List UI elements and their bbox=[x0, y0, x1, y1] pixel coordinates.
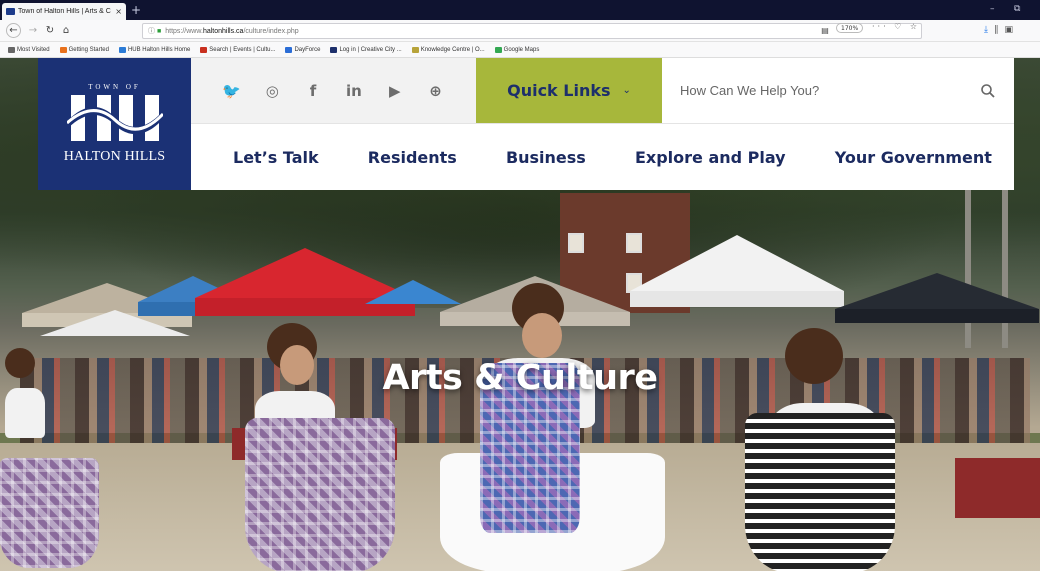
browser-toolbar: ← → ↻ ⌂ ⓘ ■ https://www. haltonhills.ca … bbox=[0, 20, 1040, 42]
library-icon[interactable]: ∥ bbox=[994, 25, 1005, 35]
favicon-icon bbox=[6, 8, 15, 15]
bookmark-item[interactable]: DayForce bbox=[285, 46, 321, 53]
forward-icon[interactable]: → bbox=[26, 23, 40, 39]
page-actions[interactable]: ··· ♡ ☆ bbox=[872, 22, 920, 31]
globe-icon[interactable]: ⊕ bbox=[426, 81, 446, 101]
download-icon[interactable]: ⤓ bbox=[984, 25, 994, 35]
bookmark-label: Search | Events | Cultu... bbox=[209, 46, 276, 53]
bookmark-label: HUB Halton Hills Home bbox=[127, 46, 191, 53]
url-prefix: https://www. bbox=[165, 27, 203, 35]
new-tab-button[interactable]: + bbox=[131, 2, 141, 18]
zoom-indicator[interactable]: 170% bbox=[836, 23, 864, 33]
tent-black bbox=[835, 273, 1039, 323]
reader-view-icon[interactable]: ▤ bbox=[818, 23, 832, 39]
tab-title: Town of Halton Hills | Arts & C bbox=[18, 8, 111, 15]
instagram-icon[interactable]: ◎ bbox=[262, 81, 282, 101]
url-path: /culture/index.php bbox=[243, 27, 299, 35]
bookmark-item[interactable]: Getting Started bbox=[59, 46, 109, 53]
bookmark-item[interactable]: Most Visited bbox=[8, 46, 50, 53]
bookmark-item[interactable]: Google Maps bbox=[494, 46, 540, 53]
site-search bbox=[662, 58, 1014, 123]
nav-lets-talk[interactable]: Let’s Talk bbox=[233, 148, 319, 167]
tab-close-icon[interactable]: × bbox=[115, 7, 122, 16]
twitter-icon[interactable]: 🐦 bbox=[221, 81, 241, 101]
bookmarks-bar: Most Visited Getting Started HUB Halton Hi… bbox=[0, 42, 1040, 58]
bookmark-label: Most Visited bbox=[17, 46, 50, 53]
logo-hill-emblem-icon bbox=[66, 95, 163, 141]
lock-icon: ■ bbox=[157, 27, 162, 35]
bookmark-icon bbox=[330, 46, 338, 53]
nav-your-government[interactable]: Your Government bbox=[835, 148, 992, 167]
bookmark-icon bbox=[285, 46, 293, 53]
bookmark-item[interactable]: Log in | Creative City ... bbox=[330, 46, 402, 53]
nav-business[interactable]: Business bbox=[506, 148, 586, 167]
main-navigation: Let’s Talk Residents Business Explore an… bbox=[191, 123, 1014, 190]
bookmark-label: Knowledge Centre | O... bbox=[420, 46, 485, 53]
bookmark-icon bbox=[118, 46, 126, 53]
browser-tab-bar: Town of Halton Hills | Arts & C × + – ⧉ bbox=[0, 0, 1040, 20]
bookmark-item[interactable]: Knowledge Centre | O... bbox=[411, 46, 485, 53]
bookmark-item[interactable]: HUB Halton Hills Home bbox=[118, 46, 191, 53]
bookmark-icon bbox=[59, 46, 67, 53]
search-icon[interactable] bbox=[980, 83, 996, 99]
utility-pole bbox=[1002, 188, 1008, 348]
home-icon[interactable]: ⌂ bbox=[59, 23, 73, 39]
quick-links-button[interactable]: Quick Links ⌄ bbox=[476, 58, 662, 123]
browser-tab[interactable]: Town of Halton Hills | Arts & C × bbox=[2, 3, 126, 20]
red-table bbox=[955, 458, 1040, 518]
bookmark-icon bbox=[200, 46, 208, 53]
utility-pole bbox=[965, 188, 971, 348]
reload-icon[interactable]: ↻ bbox=[43, 23, 57, 39]
logo-name: HALTON HILLS bbox=[63, 149, 166, 164]
bookmark-label: Log in | Creative City ... bbox=[339, 46, 402, 53]
bookmark-label: Google Maps bbox=[503, 46, 540, 53]
address-bar[interactable]: ⓘ ■ https://www. haltonhills.ca /culture… bbox=[142, 23, 922, 39]
sidebar-icon[interactable]: ▣ bbox=[1004, 25, 1019, 35]
linkedin-icon[interactable]: in bbox=[344, 81, 364, 101]
nav-residents[interactable]: Residents bbox=[368, 148, 457, 167]
toolbar-icons[interactable]: ⤓∥▣ bbox=[984, 25, 1019, 35]
search-input[interactable] bbox=[680, 83, 980, 98]
minimize-icon[interactable]: – bbox=[990, 4, 995, 14]
social-links: 🐦 ◎ f in ▶ ⊕ bbox=[191, 58, 476, 123]
hero-title: Arts & Culture bbox=[382, 358, 658, 398]
chevron-down-icon: ⌄ bbox=[622, 85, 631, 96]
bookmark-item[interactable]: Search | Events | Cultu... bbox=[200, 46, 276, 53]
bookmark-label: DayForce bbox=[294, 46, 321, 53]
bookmark-icon bbox=[494, 46, 502, 53]
logo-town-of: TOWN OF bbox=[88, 83, 141, 91]
facebook-icon[interactable]: f bbox=[303, 81, 323, 101]
back-icon[interactable]: ← bbox=[6, 23, 21, 38]
nav-explore-and-play[interactable]: Explore and Play bbox=[635, 148, 786, 167]
bookmark-icon bbox=[411, 46, 419, 53]
halton-hills-logo[interactable]: TOWN OF HALTON HILLS bbox=[38, 58, 191, 190]
restore-icon[interactable]: ⧉ bbox=[1014, 4, 1020, 14]
tent-white-2 bbox=[40, 310, 190, 336]
bookmark-label: Getting Started bbox=[68, 46, 109, 53]
info-icon[interactable]: ⓘ bbox=[148, 26, 155, 36]
youtube-icon[interactable]: ▶ bbox=[385, 81, 405, 101]
quick-links-label: Quick Links bbox=[507, 81, 611, 100]
bookmark-icon bbox=[8, 46, 15, 53]
tent-white bbox=[630, 235, 844, 307]
url-domain: haltonhills.ca bbox=[202, 27, 244, 35]
